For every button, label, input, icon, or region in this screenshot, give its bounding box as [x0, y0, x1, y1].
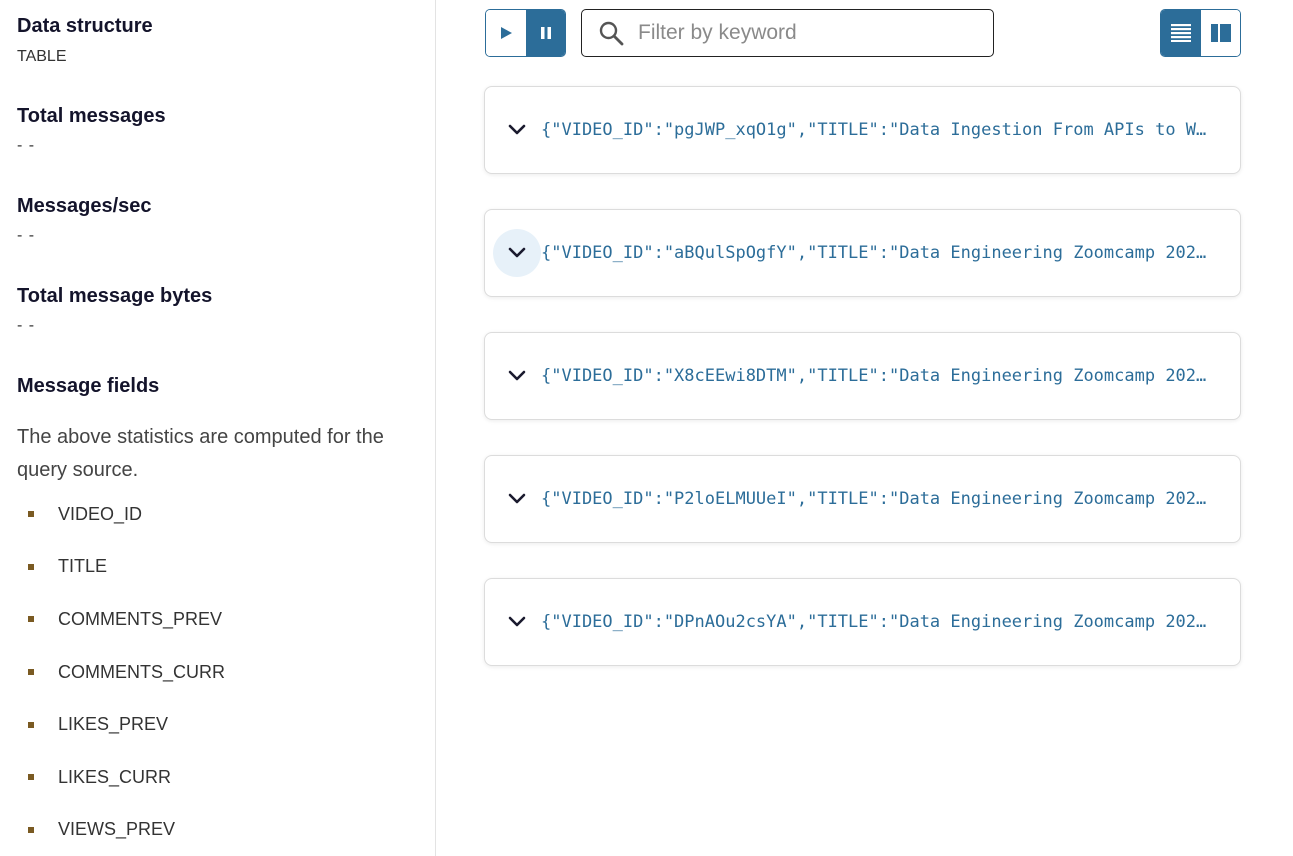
stat-title-total-message-bytes: Total message bytes [17, 285, 213, 307]
stat-value-data-structure: TABLE [17, 48, 67, 65]
page: Data structure TABLE Total messages - - … [0, 0, 1293, 856]
expand-button[interactable] [493, 106, 541, 154]
message-preview: {"VIDEO_ID":"P2loELMUUeI","TITLE":"Data … [541, 489, 1211, 509]
stat-title-data-structure: Data structure [17, 15, 153, 37]
message-preview: {"VIDEO_ID":"pgJWP_xqO1g","TITLE":"Data … [541, 120, 1211, 140]
bullet-icon [28, 669, 34, 676]
expand-button[interactable] [493, 229, 541, 277]
statistics-description: The above statistics are computed for th… [17, 426, 384, 481]
play-button[interactable] [486, 10, 526, 56]
field-label: VIEWS_PREV [58, 819, 176, 840]
bullet-icon [28, 721, 34, 728]
field-label: COMMENTS_CURR [58, 661, 226, 682]
search-box [581, 9, 994, 57]
message-fields-title: Message fields [17, 375, 160, 397]
bullet-icon [28, 774, 34, 781]
field-label: COMMENTS_PREV [58, 608, 223, 629]
stat-title-messages-per-sec: Messages/sec [17, 195, 152, 217]
field-label: TITLE [58, 556, 108, 577]
play-icon [501, 27, 512, 39]
bullet-icon [28, 826, 34, 833]
field-label: LIKES_CURR [58, 766, 172, 787]
message-preview: {"VIDEO_ID":"DPnAOu2csYA","TITLE":"Data … [541, 612, 1211, 632]
message-card[interactable]: {"VIDEO_ID":"DPnAOu2csYA","TITLE":"Data … [484, 578, 1241, 666]
message-viewer: {"VIDEO_ID":"pgJWP_xqO1g","TITLE":"Data … [437, 0, 1293, 856]
stat-title-total-messages: Total messages [17, 105, 166, 127]
split-view-icon [1210, 24, 1231, 42]
stat-value-total-messages: - - [17, 137, 36, 154]
expand-button[interactable] [493, 598, 541, 646]
bullet-icon [28, 616, 34, 623]
field-label: LIKES_PREV [58, 714, 169, 735]
view-mode-toggle [1160, 9, 1241, 57]
bullet-icon [28, 511, 34, 518]
chevron-down-icon [508, 370, 526, 381]
message-card[interactable]: {"VIDEO_ID":"aBQulSpOgfY","TITLE":"Data … [484, 209, 1241, 297]
message-card[interactable]: {"VIDEO_ID":"P2loELMUUeI","TITLE":"Data … [484, 455, 1241, 543]
stat-value-total-message-bytes: - - [17, 317, 36, 334]
chevron-down-icon [508, 124, 526, 135]
bullet-icon [28, 563, 34, 570]
expand-button[interactable] [493, 475, 541, 523]
search-input[interactable] [636, 20, 980, 46]
split-view-button[interactable] [1201, 10, 1240, 56]
message-card[interactable]: {"VIDEO_ID":"X8cEEwi8DTM","TITLE":"Data … [484, 332, 1241, 420]
message-preview: {"VIDEO_ID":"aBQulSpOgfY","TITLE":"Data … [541, 243, 1211, 263]
chevron-down-icon [508, 493, 526, 504]
expand-button[interactable] [493, 352, 541, 400]
pause-button[interactable] [526, 10, 565, 56]
search-icon [598, 20, 624, 46]
message-preview: {"VIDEO_ID":"X8cEEwi8DTM","TITLE":"Data … [541, 366, 1211, 386]
list-view-icon [1171, 24, 1191, 42]
stat-value-messages-per-sec: - - [17, 227, 36, 244]
message-card[interactable]: {"VIDEO_ID":"pgJWP_xqO1g","TITLE":"Data … [484, 86, 1241, 174]
sidebar: Data structure TABLE Total messages - - … [0, 0, 436, 856]
chevron-down-icon [508, 616, 526, 627]
chevron-down-icon [508, 247, 526, 258]
playback-controls [485, 9, 566, 57]
pause-icon [540, 27, 551, 39]
field-label: VIDEO_ID [58, 503, 143, 524]
list-view-button[interactable] [1161, 10, 1201, 56]
